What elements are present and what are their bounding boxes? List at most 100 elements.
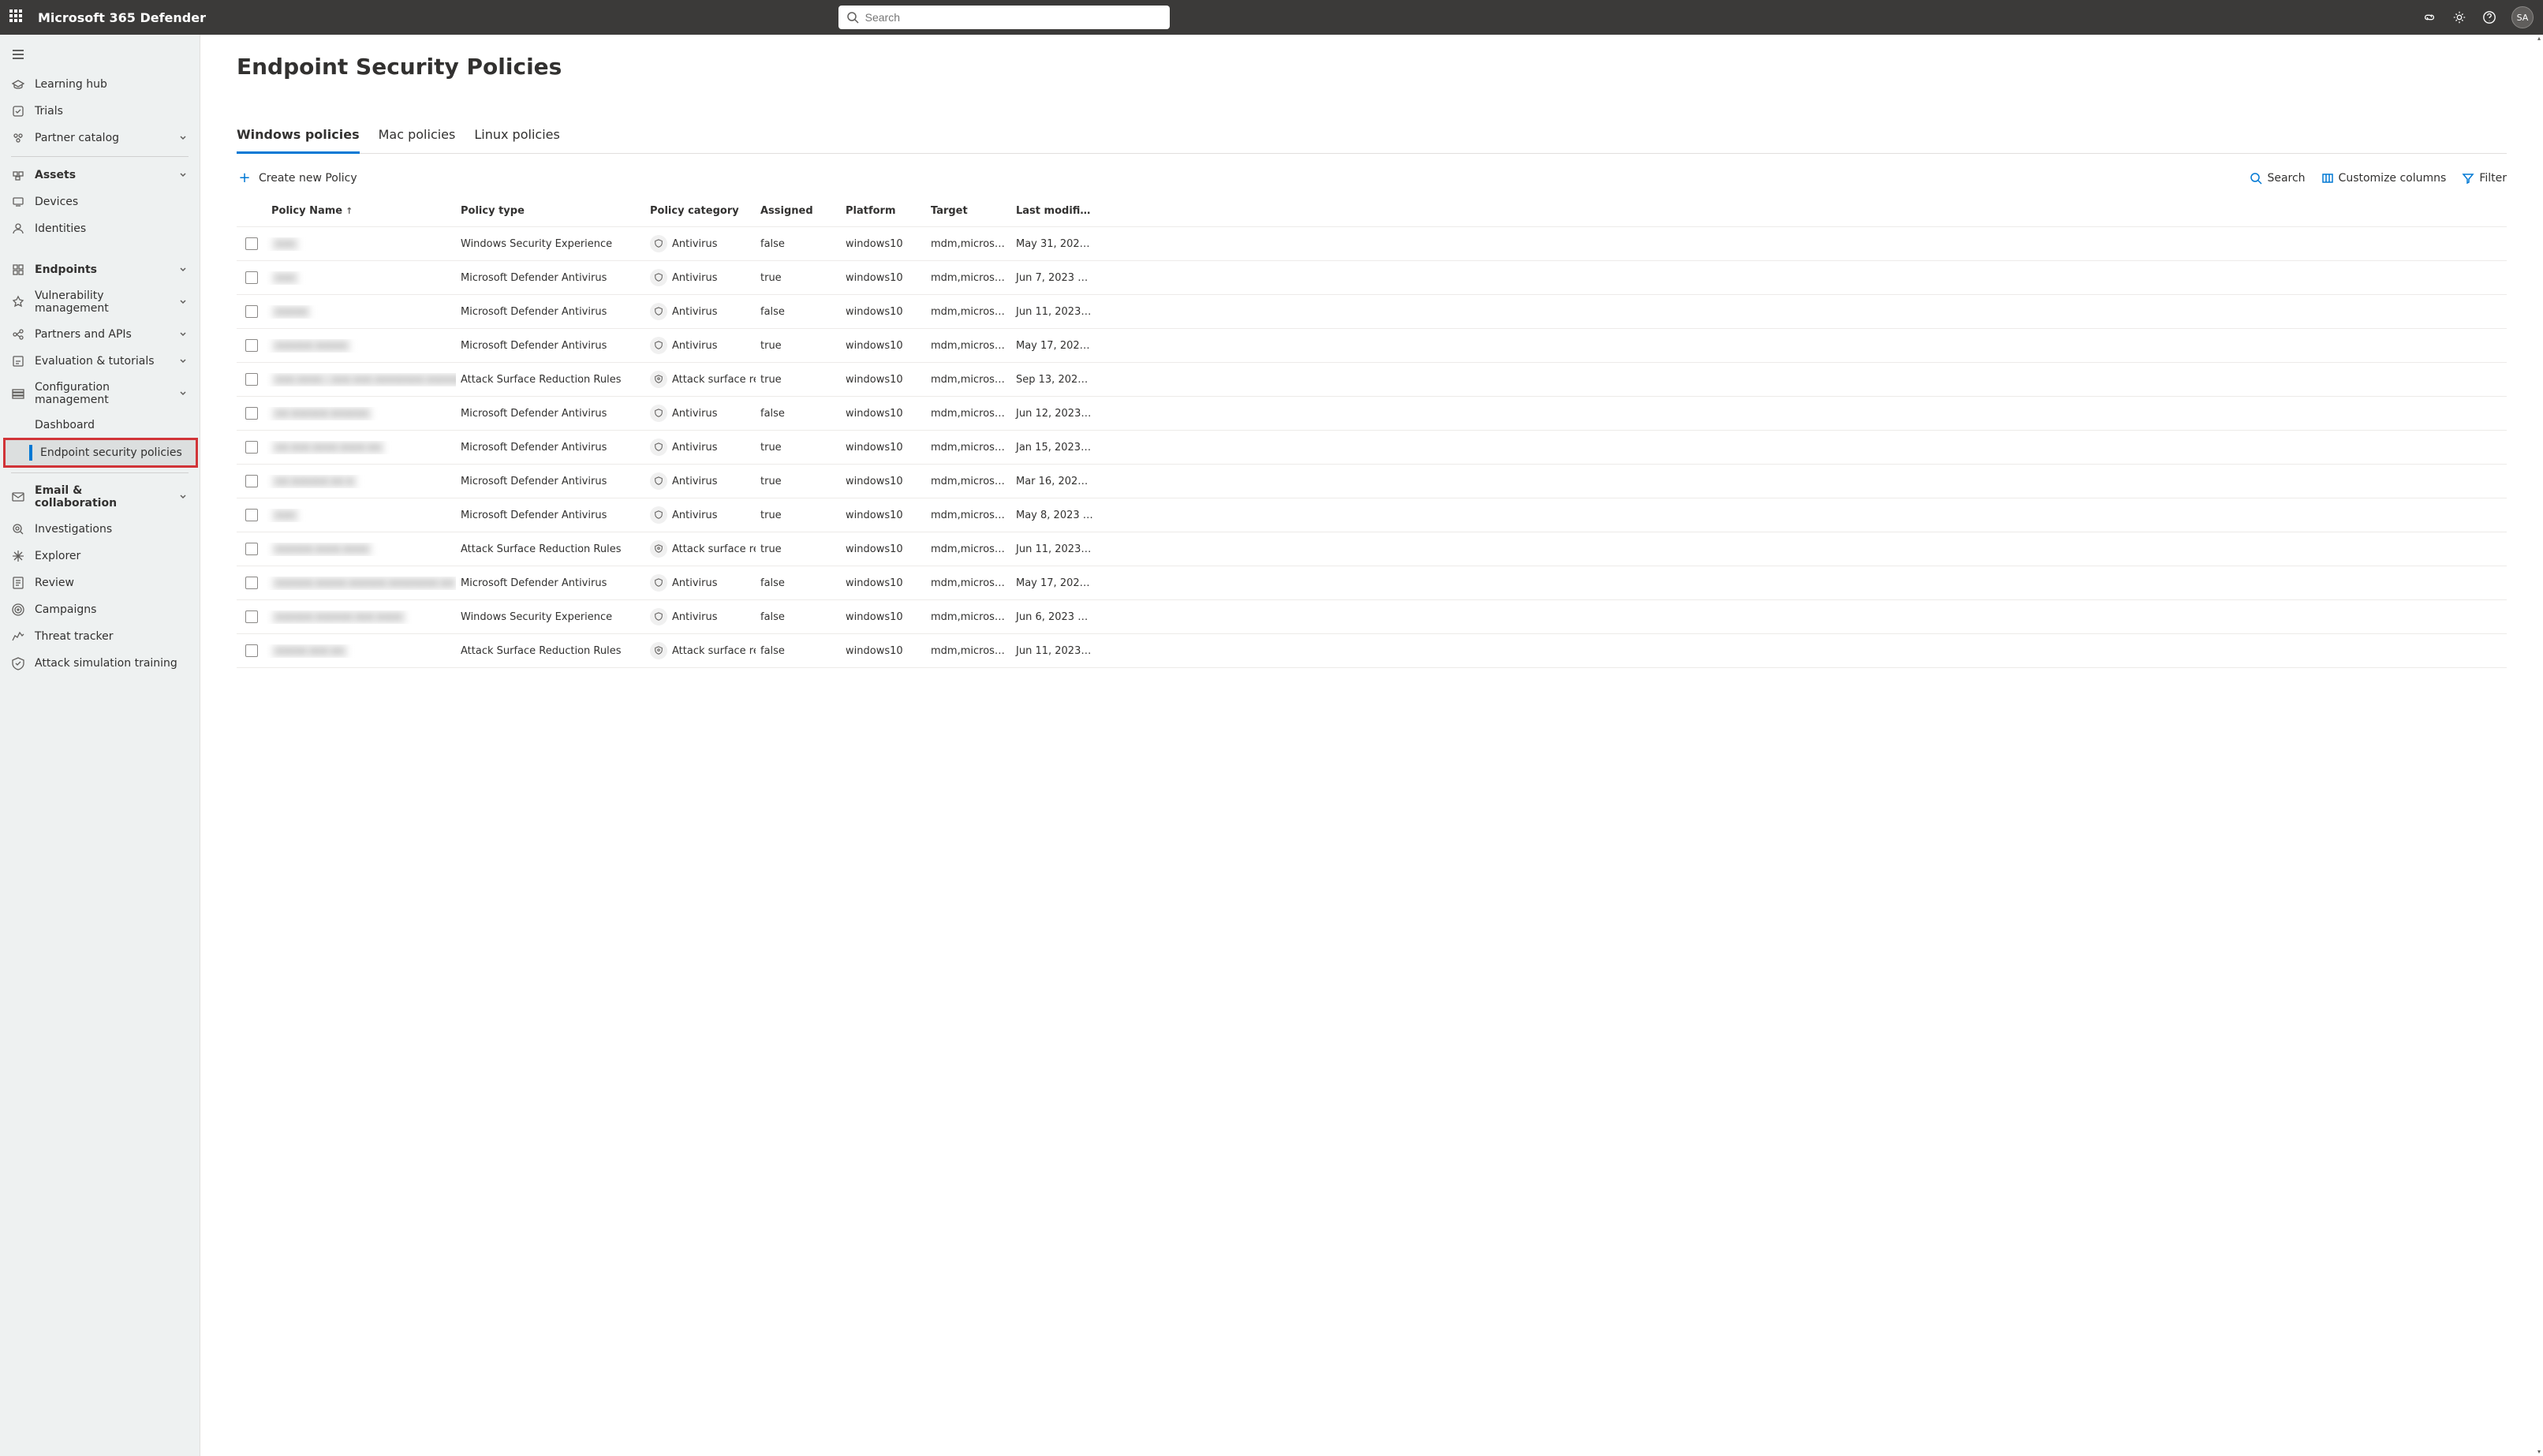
cell-policy-type: Windows Security Experience <box>456 238 645 250</box>
sidebar-sub-endpoint-security-policies[interactable]: Endpoint security policies <box>6 440 196 465</box>
sidebar-item-endpoints[interactable]: Endpoints <box>0 256 200 283</box>
cell-policy-category: Antivirus <box>645 506 756 524</box>
cell-policy-type: Microsoft Defender Antivirus <box>456 340 645 352</box>
sort-icon: ↑ <box>345 206 353 216</box>
search-button[interactable]: Search <box>2250 172 2305 185</box>
help-icon[interactable] <box>2481 9 2497 25</box>
cell-policy-name: xxx <box>267 271 456 285</box>
page-title: Endpoint Security Policies <box>237 54 2507 80</box>
avatar[interactable]: SA <box>2511 6 2534 28</box>
scroll-down-icon[interactable]: ▾ <box>2535 1448 2543 1456</box>
cell-assigned: false <box>756 577 841 589</box>
cell-target: mdm,microsoftSense <box>926 543 1011 555</box>
column-header-policy-type[interactable]: Policy type <box>456 205 645 217</box>
column-header-target[interactable]: Target <box>926 205 1011 217</box>
cell-assigned: true <box>756 476 841 487</box>
investigate-icon <box>11 522 25 536</box>
row-checkbox[interactable] <box>245 339 258 352</box>
sidebar-item-partner-catalog[interactable]: Partner catalog <box>0 125 200 151</box>
sidebar-item-vulnerability-management[interactable]: Vulnerability management <box>0 283 200 321</box>
row-checkbox[interactable] <box>245 441 258 454</box>
row-checkbox[interactable] <box>245 237 258 250</box>
cell-policy-name: xxxxxx xxxxx xxxxxx xxxxxxxx xx <box>267 577 456 590</box>
table-row[interactable]: xxxxxx xxxxxMicrosoft Defender Antivirus… <box>237 329 2507 363</box>
row-checkbox[interactable] <box>245 509 258 521</box>
table-row[interactable]: xx xxx xxxx xxxx xxMicrosoft Defender An… <box>237 431 2507 465</box>
row-checkbox[interactable] <box>245 644 258 657</box>
sidebar-item-email-collaboration[interactable]: Email & collaboration <box>0 478 200 516</box>
customize-columns-button[interactable]: Customize columns <box>2321 172 2447 185</box>
cell-platform: windows10 <box>841 577 926 589</box>
row-checkbox[interactable] <box>245 373 258 386</box>
table-row[interactable]: xxxxxMicrosoft Defender AntivirusAntivir… <box>237 295 2507 329</box>
sidebar-item-partners-and-apis[interactable]: Partners and APIs <box>0 321 200 348</box>
sidebar-sub-dashboard[interactable]: Dashboard <box>0 413 200 438</box>
cell-assigned: true <box>756 442 841 454</box>
sidebar-item-threat-tracker[interactable]: Threat tracker <box>0 623 200 650</box>
table-row[interactable]: xxxMicrosoft Defender AntivirusAntivirus… <box>237 261 2507 295</box>
sidebar-item-explorer[interactable]: Explorer <box>0 543 200 569</box>
table-row[interactable]: xx xxxxxx xx xMicrosoft Defender Antivir… <box>237 465 2507 498</box>
row-checkbox[interactable] <box>245 577 258 589</box>
row-checkbox[interactable] <box>245 543 258 555</box>
cell-policy-category: Antivirus <box>645 608 756 625</box>
tab-windows-policies[interactable]: Windows policies <box>237 119 360 154</box>
sidebar-item-review[interactable]: Review <box>0 569 200 596</box>
column-header-last-modified[interactable]: Last modified <box>1011 205 1098 217</box>
table-row[interactable]: xx xxxxxx xxxxxxMicrosoft Defender Antiv… <box>237 397 2507 431</box>
column-header-policy-category[interactable]: Policy category <box>645 205 756 217</box>
row-checkbox[interactable] <box>245 271 258 284</box>
category-icon <box>650 303 667 320</box>
cell-policy-type: Microsoft Defender Antivirus <box>456 306 645 318</box>
sidebar-item-devices[interactable]: Devices <box>0 189 200 215</box>
row-checkbox[interactable] <box>245 475 258 487</box>
column-header-assigned[interactable]: Assigned <box>756 205 841 217</box>
sidebar-item-investigations[interactable]: Investigations <box>0 516 200 543</box>
global-search[interactable] <box>838 6 1170 29</box>
sidebar-item-configuration-management[interactable]: Configuration management <box>0 375 200 413</box>
category-icon <box>650 269 667 286</box>
sidebar-item-learning-hub[interactable]: Learning hub <box>0 71 200 98</box>
column-header-policy-name[interactable]: Policy Name↑ <box>267 205 456 217</box>
campaign-icon <box>11 603 25 617</box>
table-row[interactable]: xxx xxxx - xxx xxx xxxxxxxx xxxxxxAttack… <box>237 363 2507 397</box>
column-header-platform[interactable]: Platform <box>841 205 926 217</box>
cell-platform: windows10 <box>841 306 926 318</box>
create-policy-button[interactable]: + Create new Policy <box>237 170 357 186</box>
scrollbar[interactable]: ▴ ▾ <box>2535 35 2543 1456</box>
scroll-up-icon[interactable]: ▴ <box>2535 35 2543 43</box>
sidebar-item-campaigns[interactable]: Campaigns <box>0 596 200 623</box>
table-row[interactable]: xxxxx xxx xxAttack Surface Reduction Rul… <box>237 634 2507 668</box>
cell-modified: Jun 11, 2023 11:22 ... <box>1011 543 1098 555</box>
table-row[interactable]: xxxxxx xxxxx xxxxxx xxxxxxxx xxMicrosoft… <box>237 566 2507 600</box>
search-icon <box>846 11 859 24</box>
row-checkbox[interactable] <box>245 305 258 318</box>
filter-button[interactable]: Filter <box>2462 172 2507 185</box>
sidebar-item-assets[interactable]: Assets <box>0 162 200 189</box>
cell-policy-name: xx xxxxxx xxxxxx <box>267 407 456 420</box>
table-row[interactable]: xxxMicrosoft Defender AntivirusAntivirus… <box>237 498 2507 532</box>
link-icon[interactable] <box>2422 9 2437 25</box>
cell-modified: Jun 7, 2023 6:27 AM <box>1011 272 1098 284</box>
hamburger-icon[interactable] <box>0 41 200 71</box>
sidebar-item-evaluation-tutorials[interactable]: Evaluation & tutorials <box>0 348 200 375</box>
sidebar-item-attack-simulation-training[interactable]: Attack simulation training <box>0 650 200 677</box>
category-icon <box>650 472 667 490</box>
app-launcher-icon[interactable] <box>9 9 25 25</box>
cell-policy-name: xxxxx <box>267 305 456 319</box>
table-row[interactable]: xxxxxx xxxx xxxxAttack Surface Reduction… <box>237 532 2507 566</box>
row-checkbox[interactable] <box>245 610 258 623</box>
gear-icon[interactable] <box>2452 9 2467 25</box>
table-row[interactable]: xxxWindows Security ExperienceAntivirusf… <box>237 227 2507 261</box>
sidebar-item-trials[interactable]: Trials <box>0 98 200 125</box>
sidebar-item-identities[interactable]: Identities <box>0 215 200 242</box>
hat-icon <box>11 77 25 91</box>
cell-policy-category: Antivirus <box>645 472 756 490</box>
main-content: Endpoint Security Policies Windows polic… <box>200 35 2543 1456</box>
row-checkbox[interactable] <box>245 407 258 420</box>
tab-linux-policies[interactable]: Linux policies <box>474 119 559 153</box>
table-row[interactable]: xxxxxx xxxxxx xxx xxxxWindows Security E… <box>237 600 2507 634</box>
cell-policy-name: xxxxxx xxxxxx xxx xxxx <box>267 610 456 624</box>
search-input[interactable] <box>865 11 1162 24</box>
tab-mac-policies[interactable]: Mac policies <box>379 119 456 153</box>
